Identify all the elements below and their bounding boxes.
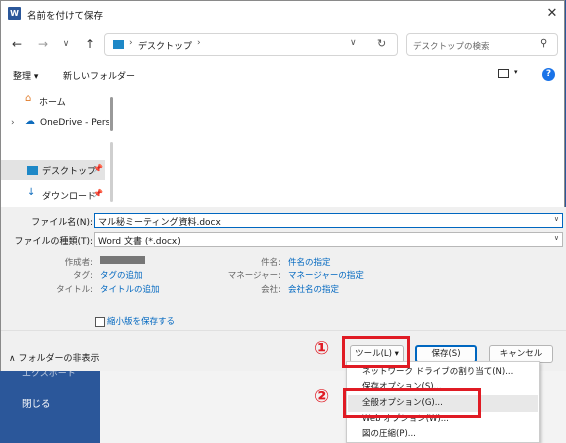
annotation-step-2: ② — [314, 386, 330, 407]
chevron-right-icon[interactable]: › — [129, 38, 133, 48]
navigation-scrollbar[interactable] — [110, 97, 113, 131]
title-label: タイトル: — [56, 285, 93, 295]
chevron-down-icon[interactable]: ▾ — [514, 68, 518, 76]
search-placeholder: デスクトップの検索 — [413, 42, 490, 52]
save-as-dialog: W 名前を付けて保存 ✕ ← → ∨ ↑ › デスクトップ › ∨ ↻ デスクト… — [0, 0, 566, 371]
filetype-select[interactable]: Word 文書 (*.docx) ∨ — [94, 232, 563, 247]
sidebar-item-home[interactable]: ⌂ ホーム — [1, 91, 105, 111]
close-icon[interactable]: ✕ — [541, 4, 563, 24]
home-icon: ⌂ — [25, 93, 32, 104]
desktop-folder-icon — [27, 166, 38, 175]
backstage-close-item[interactable]: 閉じる — [22, 396, 51, 410]
chevron-down-icon[interactable]: ∨ — [554, 215, 559, 223]
annotation-highlight-tools — [342, 336, 410, 368]
navigation-scrollbar-track[interactable] — [110, 142, 113, 202]
chevron-down-icon[interactable]: ∨ — [350, 38, 357, 48]
company-field[interactable]: 会社名の指定 — [288, 283, 339, 295]
subject-label: 件名: — [261, 258, 281, 268]
recent-locations-chevron-icon[interactable]: ∨ — [57, 35, 75, 53]
filetype-label: ファイルの種類(T): — [14, 237, 93, 247]
cloud-icon: ☁ — [25, 116, 35, 127]
filename-label: ファイル名(N): — [31, 218, 93, 228]
search-icon[interactable]: ⚲ — [540, 38, 547, 49]
up-arrow-icon[interactable]: ↑ — [81, 35, 99, 53]
forward-arrow-icon[interactable]: → — [34, 35, 52, 53]
sidebar-item-label: ホーム — [39, 98, 66, 108]
navigation-pane: ⌂ ホーム › ☁ OneDrive - Perso デスクトップ 📌 ↓ ダウ… — [1, 87, 109, 207]
sidebar-item-downloads[interactable]: ↓ ダウンロード 📌 — [1, 185, 105, 205]
file-details-panel: ファイル名(N): マル秘ミーティング資料.docx ∨ ファイルの種類(T):… — [1, 207, 566, 330]
download-icon: ↓ — [27, 187, 36, 198]
save-thumbnail-label[interactable]: 縮小版を保存する — [107, 315, 175, 327]
refresh-icon[interactable]: ↻ — [377, 37, 386, 50]
annotation-step-1: ① — [314, 338, 330, 359]
subject-field[interactable]: 件名の指定 — [288, 256, 331, 268]
pin-icon: 📌 — [93, 189, 103, 198]
address-bar[interactable]: › デスクトップ › ∨ ↻ — [104, 33, 398, 56]
sidebar-item-label: デスクトップ — [42, 167, 97, 177]
sidebar-item-label: ダウンロード — [42, 192, 97, 202]
author-label: 作成者: — [64, 258, 93, 268]
chevron-right-icon[interactable]: › — [197, 38, 201, 48]
filetype-value[interactable]: Word 文書 (*.docx) — [98, 237, 181, 246]
new-folder-button[interactable]: 新しいフォルダー — [63, 69, 135, 82]
expand-chevron-icon[interactable]: › — [11, 118, 15, 128]
address-path[interactable]: デスクトップ — [138, 39, 192, 52]
back-arrow-icon[interactable]: ← — [8, 35, 26, 53]
chevron-down-icon[interactable]: ∨ — [554, 234, 559, 242]
pin-icon: 📌 — [93, 164, 103, 173]
sidebar-item-desktop[interactable]: デスクトップ 📌 — [1, 160, 105, 180]
help-icon[interactable]: ? — [542, 68, 555, 81]
desktop-folder-icon — [113, 40, 124, 49]
hide-folders-label: フォルダーの非表示 — [18, 354, 100, 364]
dialog-title: 名前を付けて保存 — [27, 11, 104, 22]
author-value-redacted[interactable] — [100, 256, 145, 264]
filename-value[interactable]: マル秘ミーティング資料.docx — [98, 218, 221, 227]
chevron-up-icon: ∧ — [9, 354, 16, 364]
search-input[interactable]: デスクトップの検索 ⚲ — [406, 33, 558, 56]
company-label: 会社: — [261, 285, 281, 295]
save-thumbnail-checkbox[interactable] — [95, 317, 105, 327]
organize-button[interactable]: 整理 ▾ — [13, 69, 38, 82]
tags-label: タグ: — [73, 271, 93, 281]
sidebar-item-onedrive[interactable]: › ☁ OneDrive - Perso — [1, 114, 109, 134]
tags-field[interactable]: タグの追加 — [100, 269, 143, 281]
view-options-icon[interactable] — [498, 69, 509, 78]
manager-label: マネージャー: — [227, 271, 281, 281]
sidebar-item-label: OneDrive - Perso — [40, 118, 109, 128]
title-field[interactable]: タイトルの追加 — [100, 283, 160, 295]
menu-item-compress-pictures[interactable]: 図の圧縮(P)... — [348, 426, 538, 443]
filename-input[interactable]: マル秘ミーティング資料.docx ∨ — [94, 213, 563, 228]
annotation-highlight-general-options — [343, 388, 481, 418]
manager-field[interactable]: マネージャーの指定 — [288, 269, 364, 281]
word-app-icon: W — [8, 7, 21, 20]
hide-folders-toggle[interactable]: ∧ フォルダーの非表示 — [9, 351, 99, 364]
title-bar: W 名前を付けて保存 ✕ — [1, 1, 566, 27]
